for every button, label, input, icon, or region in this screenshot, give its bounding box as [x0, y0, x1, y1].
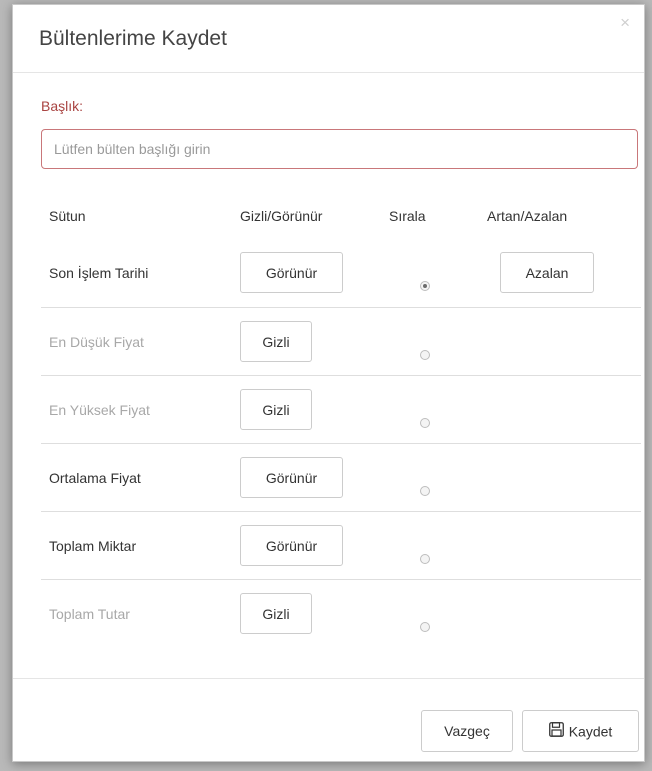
column-name: En Düşük Fiyat	[49, 334, 144, 350]
column-name: Toplam Miktar	[49, 538, 137, 554]
column-name: Son İşlem Tarihi	[49, 265, 149, 281]
dialog-title: Bültenlerime Kaydet	[39, 27, 227, 50]
table-row: En Düşük Fiyat Gizli	[41, 307, 641, 376]
sort-radio[interactable]	[420, 486, 430, 496]
column-header-sort: Sırala	[389, 208, 426, 224]
table-row: Son İşlem Tarihi Görünür Azalan	[41, 239, 641, 307]
visibility-toggle-button[interactable]: Gizli	[240, 593, 312, 634]
floppy-disk-icon	[548, 722, 564, 740]
visibility-toggle-button[interactable]: Gizli	[240, 321, 312, 362]
visibility-toggle-button[interactable]: Görünür	[240, 525, 343, 566]
close-icon[interactable]: ×	[620, 13, 630, 33]
sort-radio[interactable]	[420, 554, 430, 564]
bulletin-title-input[interactable]	[41, 129, 638, 169]
table-row: Toplam Miktar Görünür	[41, 511, 641, 580]
visibility-toggle-button[interactable]: Gizli	[240, 389, 312, 430]
save-button[interactable]: Kaydet	[522, 710, 639, 752]
table-row: En Yüksek Fiyat Gizli	[41, 375, 641, 444]
table-row: Toplam Tutar Gizli	[41, 579, 641, 648]
column-header-column: Sütun	[49, 208, 86, 224]
title-field-label: Başlık:	[41, 98, 84, 114]
column-header-direction: Artan/Azalan	[487, 208, 568, 224]
save-button-label: Kaydet	[568, 723, 613, 740]
column-header-visibility: Gizli/Görünür	[240, 208, 323, 224]
dialog-footer: Vazgeç Kaydet	[13, 678, 644, 764]
visibility-toggle-button[interactable]: Görünür	[240, 252, 343, 293]
sort-direction-button[interactable]: Azalan	[500, 252, 594, 293]
save-to-bulletins-dialog: Bültenlerime Kaydet × Başlık: Sütun Gizl…	[12, 4, 645, 762]
column-name: Toplam Tutar	[49, 606, 130, 622]
column-name: En Yüksek Fiyat	[49, 402, 150, 418]
table-row: Ortalama Fiyat Görünür	[41, 443, 641, 512]
sort-radio[interactable]	[420, 622, 430, 632]
sort-radio[interactable]	[420, 418, 430, 428]
sort-radio[interactable]	[420, 350, 430, 360]
sort-radio[interactable]	[420, 281, 430, 291]
dialog-header: Bültenlerime Kaydet ×	[13, 5, 644, 73]
column-name: Ortalama Fiyat	[49, 470, 141, 486]
cancel-button[interactable]: Vazgeç	[421, 710, 513, 752]
visibility-toggle-button[interactable]: Görünür	[240, 457, 343, 498]
